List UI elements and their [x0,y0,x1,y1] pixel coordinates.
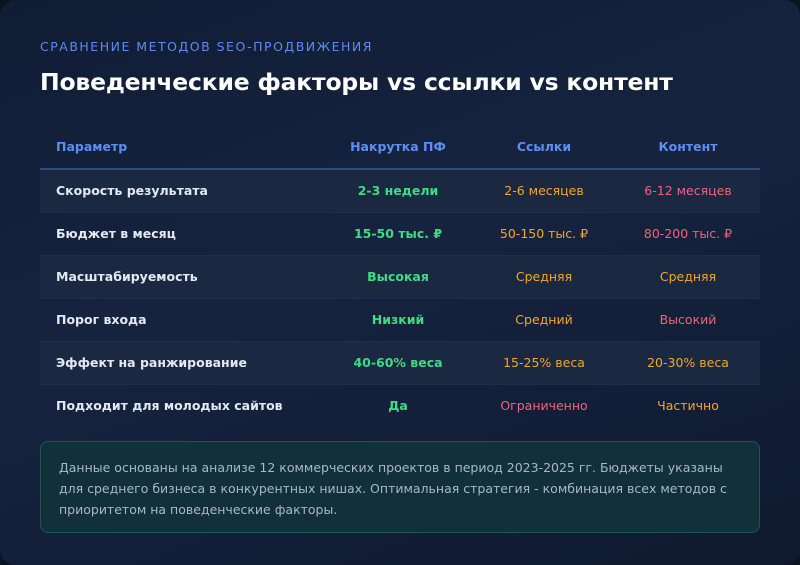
row-label: Порог входа [56,312,147,327]
table-row: Скорость результата 2-3 недели 2-6 месяц… [40,170,760,213]
methodology-note: Данные основаны на анализе 12 коммерческ… [40,441,760,533]
cell-links: 50-150 тыс. ₽ [499,226,589,241]
cell-content: 20-30% веса [647,355,729,370]
row-label: Масштабируемость [56,269,198,284]
table-row: Подходит для молодых сайтов Да Ограничен… [40,385,760,427]
cell-content: 80-200 тыс. ₽ [643,226,733,241]
cell-links: Ограниченно [500,398,588,413]
cell-links: 15-25% веса [503,355,585,370]
table-header: Параметр Накрутка ПФ Ссылки Контент [40,126,760,170]
table-row: Бюджет в месяц 15-50 тыс. ₽ 50-150 тыс. … [40,213,760,256]
comparison-card: СРАВНЕНИЕ МЕТОДОВ SEO-ПРОДВИЖЕНИЯ Поведе… [0,0,800,565]
cell-pf: 2-3 недели [357,183,439,198]
cell-content: Высокий [659,312,717,327]
cell-links: 2-6 месяцев [504,183,584,198]
table-row: Масштабируемость Высокая Средняя Средняя [40,256,760,299]
cell-pf: Да [388,398,408,413]
row-label: Скорость результата [56,183,208,198]
cell-content: 6-12 месяцев [644,183,732,198]
column-header-content: Контент [658,139,718,154]
row-label: Эффект на ранжирование [56,355,247,370]
cell-pf: 15-50 тыс. ₽ [353,226,443,241]
cell-pf: Высокая [367,269,429,284]
row-label: Подходит для молодых сайтов [56,398,283,413]
table-row: Порог входа Низкий Средний Высокий [40,299,760,342]
column-header-parameter: Параметр [56,139,128,154]
section-subtitle: СРАВНЕНИЕ МЕТОДОВ SEO-ПРОДВИЖЕНИЯ [40,39,373,54]
table-row: Эффект на ранжирование 40-60% веса 15-25… [40,342,760,385]
cell-content: Частично [657,398,719,413]
page-title: Поведенческие факторы vs ссылки vs конте… [40,68,673,96]
row-label: Бюджет в месяц [56,226,176,241]
cell-content: Средняя [659,269,717,284]
column-header-links: Ссылки [516,139,572,154]
comparison-table: Параметр Накрутка ПФ Ссылки Контент Скор… [40,126,760,427]
cell-pf: Низкий [371,312,425,327]
column-header-pf: Накрутка ПФ [350,139,446,154]
cell-pf: 40-60% веса [353,355,443,370]
cell-links: Средний [515,312,573,327]
cell-links: Средняя [515,269,573,284]
